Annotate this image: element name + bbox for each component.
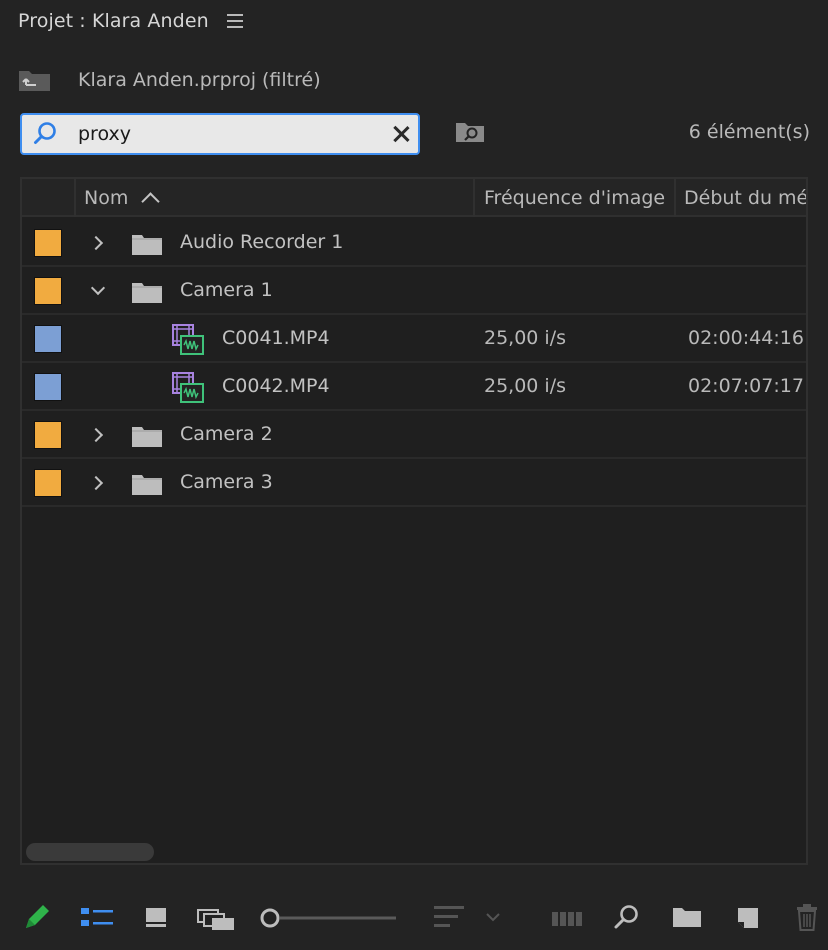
sort-ascending-icon bbox=[140, 191, 160, 205]
hamburger-menu-icon[interactable] bbox=[226, 14, 243, 28]
trash-icon[interactable] bbox=[794, 902, 820, 932]
search-input[interactable] bbox=[78, 123, 368, 145]
automate-to-sequence-icon[interactable] bbox=[550, 902, 584, 932]
label-color-swatch[interactable] bbox=[34, 421, 62, 449]
find-icon[interactable] bbox=[612, 902, 642, 932]
panel-title[interactable]: Projet : Klara Anden bbox=[18, 10, 209, 32]
column-frame-rate[interactable]: Fréquence d'image bbox=[484, 179, 674, 217]
row-name: C0041.MP4 bbox=[222, 327, 330, 349]
icon-view-icon[interactable] bbox=[144, 902, 168, 932]
magnifier-icon bbox=[32, 120, 60, 148]
row-name: C0042.MP4 bbox=[222, 375, 330, 397]
chevron-down-icon[interactable] bbox=[88, 281, 108, 301]
sort-icons-icon[interactable] bbox=[432, 902, 502, 932]
row-media-start: 02:00:44:16 bbox=[688, 327, 804, 349]
table-row[interactable]: Camera 1 bbox=[22, 267, 806, 315]
chevron-right-icon[interactable] bbox=[88, 473, 108, 493]
bottom-toolbar bbox=[0, 890, 828, 946]
label-color-swatch[interactable] bbox=[34, 373, 62, 401]
table-row[interactable]: Audio Recorder 1 bbox=[22, 219, 806, 267]
table-row[interactable]: C0041.MP4 25,00 i/s 02:00:44:16 bbox=[22, 315, 806, 363]
folder-icon bbox=[132, 425, 162, 447]
label-color-swatch[interactable] bbox=[34, 229, 62, 257]
column-separator[interactable] bbox=[473, 179, 475, 217]
horizontal-scrollbar[interactable] bbox=[26, 843, 154, 861]
chevron-right-icon[interactable] bbox=[88, 233, 108, 253]
column-name[interactable]: Nom bbox=[84, 179, 472, 217]
folder-icon bbox=[132, 281, 162, 303]
row-frame-rate: 25,00 i/s bbox=[484, 327, 567, 349]
folder-icon bbox=[132, 473, 162, 495]
table-row[interactable]: C0042.MP4 25,00 i/s 02:07:07:17 bbox=[22, 363, 806, 411]
project-list-table[interactable]: Nom Fréquence d'image Début du mé Audio … bbox=[20, 177, 808, 865]
folder-up-icon[interactable] bbox=[18, 67, 52, 93]
column-frame-rate-label: Fréquence d'image bbox=[484, 187, 666, 209]
column-name-label: Nom bbox=[84, 187, 129, 209]
table-header: Nom Fréquence d'image Début du mé bbox=[22, 179, 808, 217]
row-frame-rate: 25,00 i/s bbox=[484, 375, 567, 397]
label-color-swatch[interactable] bbox=[34, 325, 62, 353]
row-name: Camera 3 bbox=[180, 471, 273, 493]
column-separator[interactable] bbox=[674, 179, 676, 217]
pencil-icon[interactable] bbox=[22, 902, 50, 932]
column-media-start-label: Début du mé bbox=[684, 187, 808, 209]
table-row[interactable]: Camera 3 bbox=[22, 459, 806, 507]
video-clip-icon bbox=[172, 324, 204, 356]
column-media-start[interactable]: Début du mé bbox=[684, 179, 808, 217]
row-name: Camera 2 bbox=[180, 423, 273, 445]
video-clip-icon bbox=[172, 372, 204, 404]
zoom-slider[interactable] bbox=[258, 902, 398, 932]
find-in-bin-icon[interactable] bbox=[455, 120, 485, 144]
new-item-icon[interactable] bbox=[734, 902, 762, 932]
label-color-swatch[interactable] bbox=[34, 469, 62, 497]
row-name: Audio Recorder 1 bbox=[180, 231, 344, 253]
search-field[interactable] bbox=[20, 113, 420, 155]
freeform-view-icon[interactable] bbox=[196, 902, 236, 932]
project-path-label: Klara Anden.prproj (filtré) bbox=[78, 69, 321, 91]
chevron-right-icon[interactable] bbox=[88, 425, 108, 445]
row-name: Camera 1 bbox=[180, 279, 273, 301]
panel-header: Projet : Klara Anden bbox=[0, 0, 828, 42]
list-view-icon[interactable] bbox=[80, 902, 114, 932]
item-count: 6 élément(s) bbox=[688, 121, 810, 143]
row-media-start: 02:07:07:17 bbox=[688, 375, 804, 397]
folder-icon bbox=[132, 233, 162, 255]
table-row[interactable]: Camera 2 bbox=[22, 411, 806, 459]
new-bin-icon[interactable] bbox=[672, 902, 702, 932]
column-separator[interactable] bbox=[74, 179, 76, 217]
close-icon[interactable] bbox=[390, 123, 412, 145]
project-path-row: Klara Anden.prproj (filtré) bbox=[18, 62, 321, 98]
label-color-swatch[interactable] bbox=[34, 277, 62, 305]
